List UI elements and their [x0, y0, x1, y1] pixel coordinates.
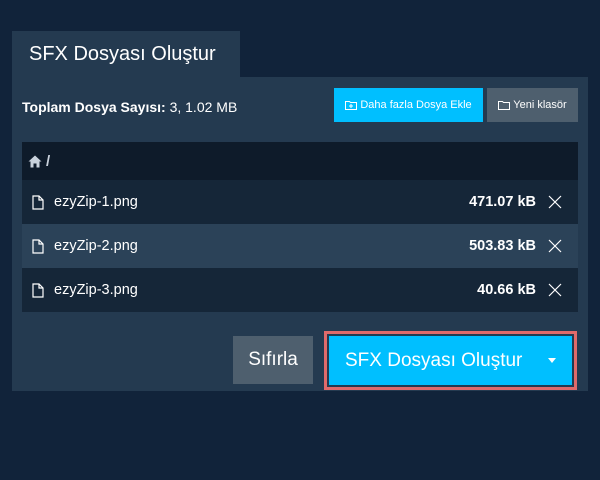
- caret-down-icon[interactable]: [548, 358, 556, 363]
- folder-add-icon: [345, 101, 358, 110]
- reset-button[interactable]: Sıfırla: [233, 336, 313, 384]
- folder-icon: [498, 101, 511, 110]
- create-sfx-button[interactable]: SFX Dosyası Oluştur: [329, 336, 572, 385]
- reset-label: Sıfırla: [248, 349, 298, 370]
- breadcrumb-path: /: [46, 152, 51, 170]
- file-count-label: Toplam Dosya Sayısı:: [22, 99, 166, 115]
- file-size: 40.66 kB: [477, 282, 536, 298]
- file-size: 503.83 kB: [469, 238, 536, 254]
- remove-file-icon[interactable]: [548, 283, 562, 297]
- file-summary: Toplam Dosya Sayısı: 3, 1.02 MB: [22, 99, 237, 115]
- tab-sfx-create[interactable]: SFX Dosyası Oluştur: [12, 31, 240, 77]
- file-icon: [32, 282, 44, 298]
- file-row[interactable]: ezyZip-3.png 40.66 kB: [22, 268, 578, 312]
- file-size: 471.07 kB: [469, 194, 536, 210]
- file-list: / ezyZip-1.png 471.07 kB ezyZip-2.png 50…: [22, 142, 578, 312]
- create-sfx-highlight: SFX Dosyası Oluştur: [324, 331, 577, 390]
- create-sfx-label: SFX Dosyası Oluştur: [345, 349, 523, 371]
- main-panel: Toplam Dosya Sayısı: 3, 1.02 MB Daha faz…: [12, 77, 588, 391]
- file-row[interactable]: ezyZip-1.png 471.07 kB: [22, 180, 578, 224]
- add-more-files-button[interactable]: Daha fazla Dosya Ekle: [334, 88, 483, 122]
- new-folder-button[interactable]: Yeni klasör: [487, 88, 578, 122]
- file-icon: [32, 238, 44, 254]
- file-row[interactable]: ezyZip-2.png 503.83 kB: [22, 224, 578, 268]
- file-name: ezyZip-1.png: [54, 194, 138, 210]
- remove-file-icon[interactable]: [548, 195, 562, 209]
- new-folder-label: Yeni klasör: [513, 99, 567, 111]
- file-icon: [32, 194, 44, 210]
- home-icon: [28, 155, 42, 167]
- file-name: ezyZip-2.png: [54, 238, 138, 254]
- remove-file-icon[interactable]: [548, 239, 562, 253]
- file-count-value: 3, 1.02 MB: [169, 99, 238, 115]
- breadcrumb[interactable]: /: [22, 142, 578, 180]
- add-more-files-label: Daha fazla Dosya Ekle: [360, 99, 472, 111]
- tab-title: SFX Dosyası Oluştur: [29, 42, 216, 65]
- file-name: ezyZip-3.png: [54, 282, 138, 298]
